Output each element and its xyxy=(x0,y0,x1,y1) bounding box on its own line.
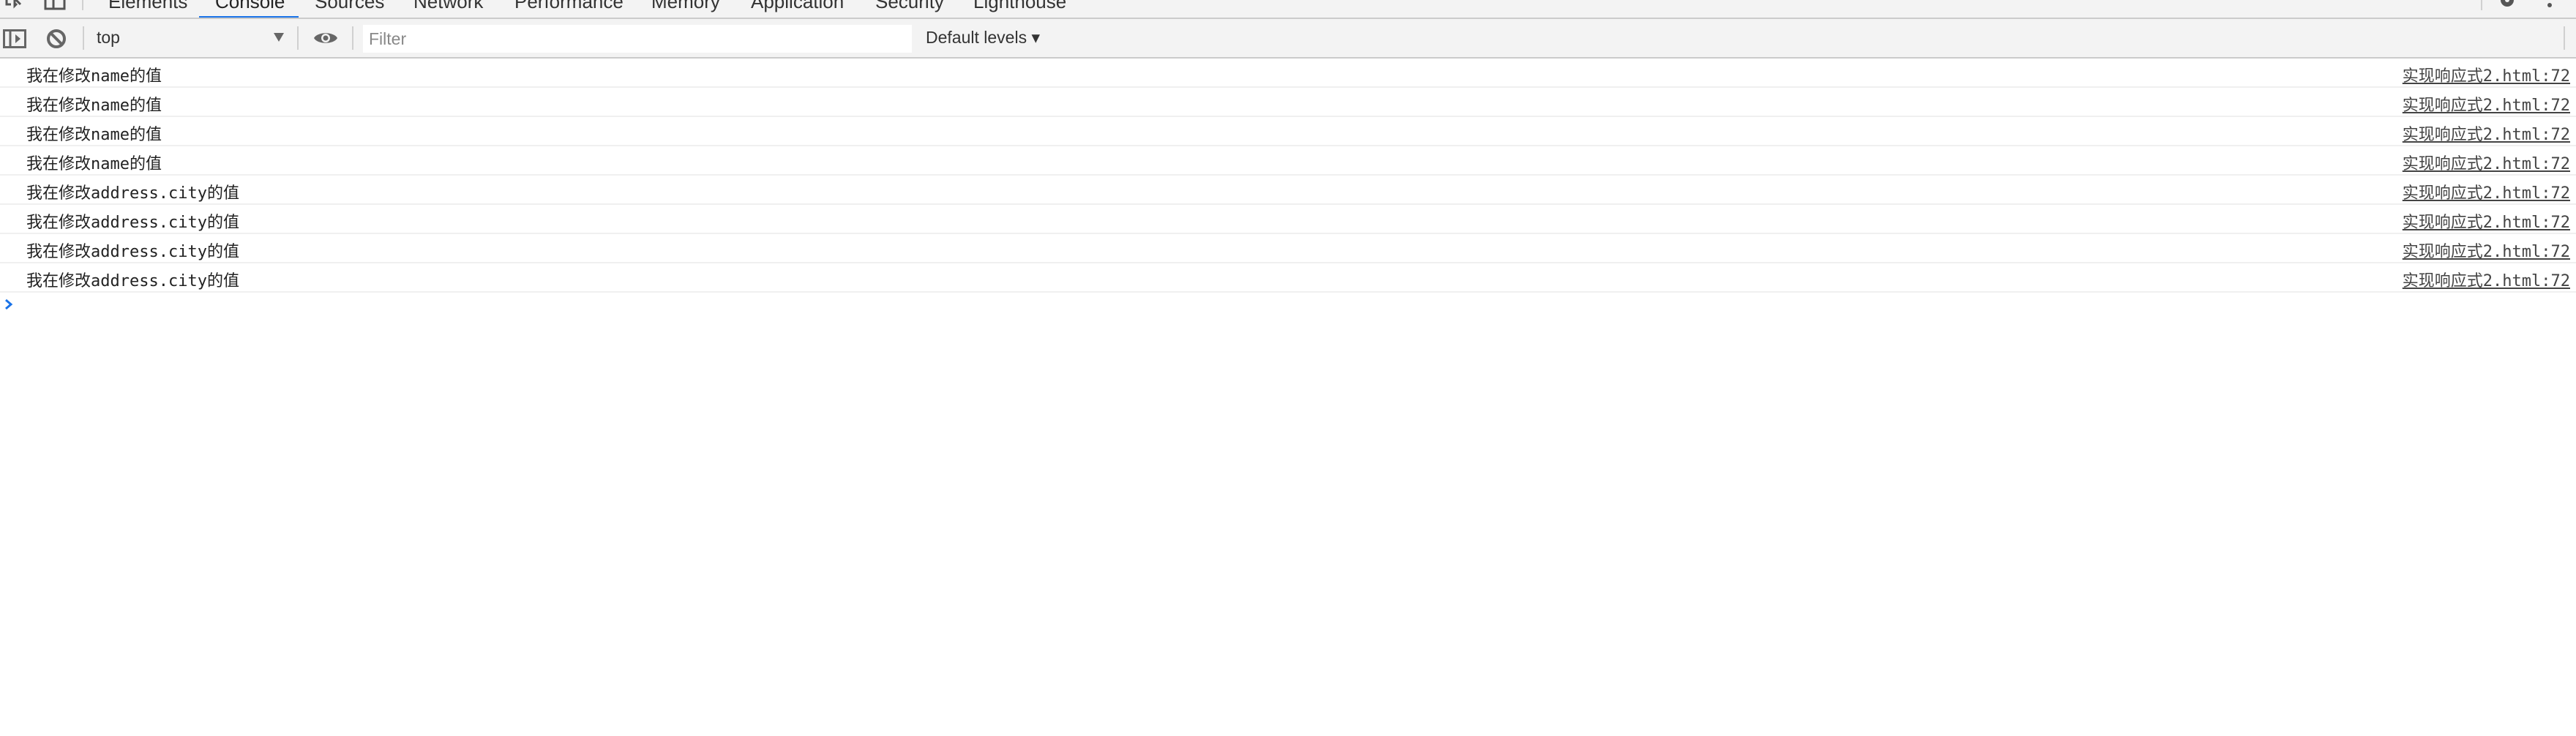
separator xyxy=(82,0,83,10)
clear-console-icon[interactable] xyxy=(46,29,67,49)
console-message: 我在修改name的值 实现响应式2.html:72 xyxy=(0,88,2576,117)
show-sidebar-icon[interactable] xyxy=(3,29,26,48)
console-message: 我在修改name的值 实现响应式2.html:72 xyxy=(0,59,2576,88)
message-text: 我在修改address.city的值 xyxy=(26,243,239,261)
separator xyxy=(83,26,84,50)
source-link[interactable]: 实现响应式2.html:72 xyxy=(2403,268,2570,291)
message-text: 我在修改address.city的值 xyxy=(26,184,239,203)
tab-security[interactable]: Security xyxy=(875,0,944,13)
context-selector-value: top xyxy=(97,28,120,47)
tab-elements[interactable]: Elements xyxy=(108,0,187,13)
live-expression-eye-icon[interactable] xyxy=(313,30,338,46)
filter-input[interactable] xyxy=(363,25,912,53)
source-link[interactable]: 实现响应式2.html:72 xyxy=(2403,63,2570,86)
tab-lighthouse[interactable]: Lighthouse xyxy=(973,0,1066,13)
message-text: 我在修改name的值 xyxy=(26,67,162,86)
separator xyxy=(2564,26,2565,50)
inspect-element-icon[interactable] xyxy=(4,0,26,12)
console-message: 我在修改address.city的值 实现响应式2.html:72 xyxy=(0,263,2576,293)
message-text: 我在修改address.city的值 xyxy=(26,214,239,232)
message-text: 我在修改name的值 xyxy=(26,126,162,144)
tab-console[interactable]: Console xyxy=(215,0,285,13)
source-link[interactable]: 实现响应式2.html:72 xyxy=(2403,92,2570,116)
tab-sources[interactable]: Sources xyxy=(315,0,384,13)
separator xyxy=(352,26,353,50)
source-link[interactable]: 实现响应式2.html:72 xyxy=(2403,209,2570,233)
more-options-icon[interactable] xyxy=(2545,0,2554,12)
tab-application[interactable]: Application xyxy=(751,0,844,13)
log-levels-dropdown[interactable]: Default levels ▾ xyxy=(926,28,1040,48)
console-prompt-chevron-icon[interactable] xyxy=(4,298,13,310)
console-toolbar: top Default levels ▾ xyxy=(0,19,2576,59)
console-message: 我在修改name的值 实现响应式2.html:72 xyxy=(0,146,2576,176)
console-message: 我在修改name的值 实现响应式2.html:72 xyxy=(0,117,2576,146)
console-message: 我在修改address.city的值 实现响应式2.html:72 xyxy=(0,234,2576,263)
dropdown-arrow-icon xyxy=(274,33,284,42)
separator xyxy=(2481,0,2482,10)
device-toolbar-icon[interactable] xyxy=(44,0,66,10)
console-messages: 我在修改name的值 实现响应式2.html:72 我在修改name的值 实现响应式… xyxy=(0,59,2576,293)
tab-performance[interactable]: Performance xyxy=(514,0,624,13)
message-text: 我在修改name的值 xyxy=(26,155,162,173)
message-text: 我在修改name的值 xyxy=(26,97,162,115)
tab-memory[interactable]: Memory xyxy=(651,0,720,13)
separator xyxy=(297,26,299,50)
source-link[interactable]: 实现响应式2.html:72 xyxy=(2403,121,2570,145)
source-link[interactable]: 实现响应式2.html:72 xyxy=(2403,151,2570,174)
settings-gear-icon[interactable] xyxy=(2497,0,2517,9)
message-text: 我在修改address.city的值 xyxy=(26,272,239,290)
devtools-tab-bar: Elements Console Sources Network Perform… xyxy=(0,0,2576,19)
tab-network[interactable]: Network xyxy=(413,0,483,13)
console-message: 我在修改address.city的值 实现响应式2.html:72 xyxy=(0,205,2576,234)
source-link[interactable]: 实现响应式2.html:72 xyxy=(2403,180,2570,203)
console-message: 我在修改address.city的值 实现响应式2.html:72 xyxy=(0,176,2576,205)
source-link[interactable]: 实现响应式2.html:72 xyxy=(2403,239,2570,262)
